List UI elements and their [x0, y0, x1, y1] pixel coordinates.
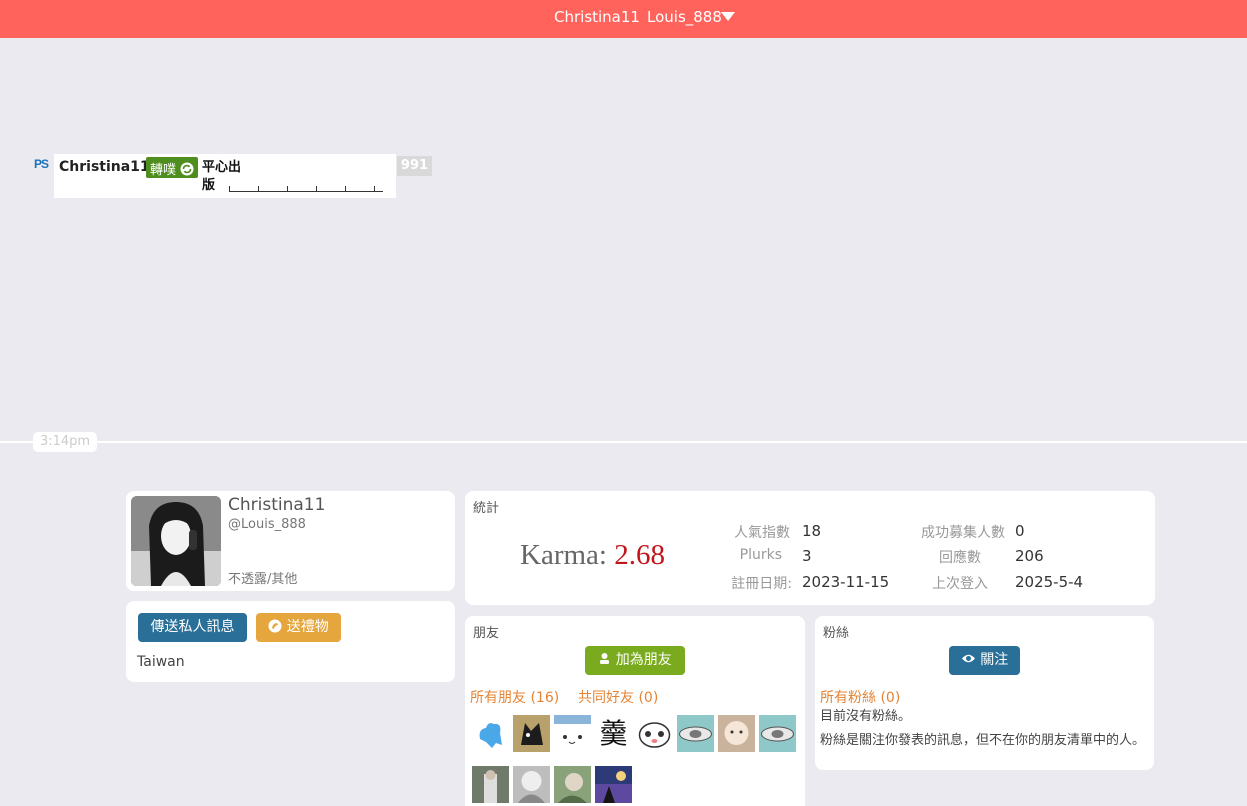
friends-title: 朋友 — [473, 626, 500, 641]
profile-location: Taiwan — [137, 654, 185, 670]
svg-text:羹: 羹 — [599, 717, 627, 750]
response-count-badge[interactable]: 991 — [397, 156, 432, 176]
profile-handle: @Louis_888 — [228, 517, 306, 532]
fans-card: 粉絲 關注 所有粉絲 (0) 目前沒有粉絲。 粉絲是關注你發表的訊息，但不在你的… — [815, 616, 1154, 770]
stat-label-joined: 註冊日期: — [731, 576, 792, 592]
karma-value: 2.68 — [614, 539, 665, 571]
stats-card: 統計 Karma: 2.68 人氣指數 18 Plurks 3 註冊日期: 20… — [465, 491, 1155, 605]
stats-title: 統計 — [473, 501, 500, 516]
stat-label-recruited: 成功募集人數 — [921, 525, 1005, 541]
fans-title: 粉絲 — [823, 626, 850, 641]
eye-icon — [961, 654, 975, 663]
friend-avatar[interactable] — [554, 766, 591, 803]
plurk-item[interactable]: Christina11 轉噗 平心出版 — [54, 154, 396, 198]
friend-avatar[interactable]: 羹 — [595, 715, 632, 752]
header-display-name[interactable]: Christina11 — [554, 8, 640, 26]
send-gift-button[interactable]: 送禮物 — [256, 613, 341, 642]
follow-button[interactable]: 關注 — [949, 646, 1020, 675]
friend-avatar[interactable] — [472, 715, 509, 752]
all-fans-link[interactable]: 所有粉絲 (0) — [820, 687, 900, 707]
add-friend-button[interactable]: 加為朋友 — [585, 646, 685, 675]
follow-label: 關注 — [980, 652, 1009, 668]
stat-value-last-login: 2025-5-4 — [1015, 573, 1084, 591]
header-username[interactable]: Louis_888 — [647, 8, 722, 26]
friend-avatar[interactable] — [636, 715, 673, 752]
karma-label: Karma: — [520, 539, 607, 571]
friend-avatar[interactable] — [677, 715, 714, 752]
replurk-badge: 轉噗 — [146, 157, 199, 178]
avatar[interactable] — [131, 496, 221, 586]
stat-label-popularity: 人氣指數 — [734, 525, 790, 541]
profile-card: Christina11 @Louis_888 不透露/其他 — [126, 491, 455, 591]
stat-value-plurks: 3 — [802, 547, 812, 565]
friend-avatar[interactable] — [513, 766, 550, 803]
add-friend-icon — [600, 653, 610, 664]
timeline-time-label: 3:14pm — [33, 432, 97, 452]
stat-label-last-login: 上次登入 — [932, 576, 988, 592]
friend-avatar[interactable] — [759, 715, 796, 752]
stat-value-recruited: 0 — [1015, 522, 1025, 540]
send-gift-label: 送禮物 — [286, 619, 329, 635]
add-friend-label: 加為朋友 — [615, 652, 672, 668]
ps-app-icon: PS — [34, 157, 49, 171]
friend-avatar[interactable] — [513, 715, 550, 752]
friend-avatar[interactable] — [718, 715, 755, 752]
profile-actions-card: 傳送私人訊息 送禮物 Taiwan — [126, 601, 455, 682]
stat-value-popularity: 18 — [802, 522, 822, 540]
stat-value-responses: 206 — [1015, 547, 1044, 565]
karma-display: Karma: 2.68 — [520, 539, 665, 572]
profile-meta: 不透露/其他 — [228, 572, 298, 587]
stat-label-responses: 回應數 — [939, 550, 981, 566]
send-private-message-button[interactable]: 傳送私人訊息 — [138, 613, 247, 642]
replurk-icon — [180, 162, 194, 176]
plurk-ruler — [229, 186, 383, 192]
dropdown-caret-icon[interactable] — [721, 12, 735, 21]
friend-avatar[interactable] — [472, 766, 509, 803]
friend-avatar[interactable] — [595, 766, 632, 803]
plurk-author[interactable]: Christina11 — [59, 159, 150, 175]
all-friends-link[interactable]: 所有朋友 (16) — [470, 687, 559, 707]
friends-card: 朋友 加為朋友 所有朋友 (16) 共同好友 (0) 羹 — [465, 616, 805, 806]
mutual-friends-link[interactable]: 共同好友 (0) — [578, 687, 658, 707]
stat-label-plurks: Plurks — [739, 547, 782, 563]
replurk-label: 轉噗 — [150, 163, 177, 178]
profile-display-name: Christina11 — [228, 495, 326, 515]
fans-description: 粉絲是關注你發表的訊息，但不在你的朋友清單中的人。 — [820, 733, 1146, 748]
top-bar: Christina11 Louis_888 — [0, 0, 1247, 38]
friend-avatar[interactable] — [554, 715, 591, 752]
no-fans-text: 目前沒有粉絲。 — [820, 709, 912, 724]
gift-icon — [268, 619, 282, 633]
timeline-axis — [0, 441, 1247, 443]
stat-value-joined: 2023-11-15 — [802, 573, 890, 591]
